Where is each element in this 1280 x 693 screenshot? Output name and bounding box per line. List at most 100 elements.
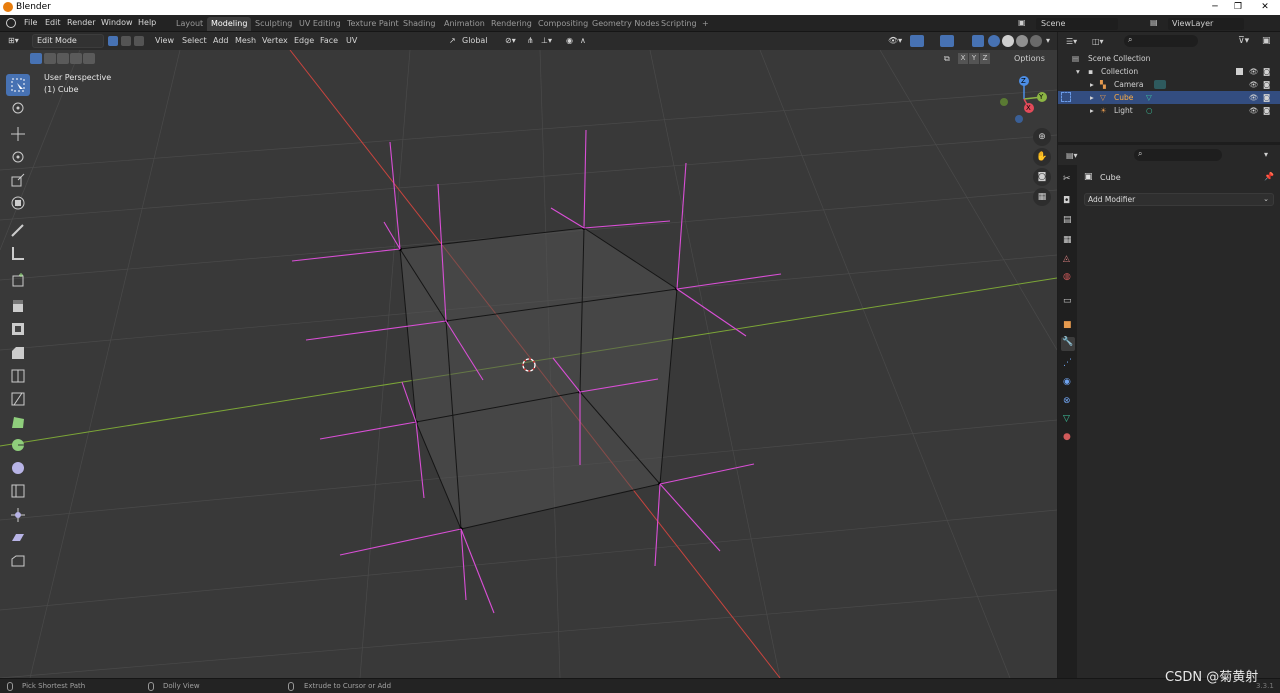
menu-window[interactable]: Window — [101, 18, 133, 27]
tab-geometry-nodes[interactable]: Geometry Nodes — [588, 17, 663, 31]
camera-view-icon[interactable]: ◙ — [1033, 168, 1051, 186]
shading-solid-icon[interactable] — [1002, 35, 1014, 47]
shading-wireframe-icon[interactable] — [988, 35, 1000, 47]
tool-cursor[interactable] — [6, 97, 30, 119]
render-camera-icon[interactable]: ◙ — [1263, 91, 1270, 104]
pan-hand-icon[interactable]: ✋ — [1033, 148, 1051, 166]
tool-rip-region[interactable] — [6, 550, 30, 572]
select-box-mode-icon[interactable] — [30, 53, 42, 64]
render-camera-icon[interactable]: ◙ — [1263, 65, 1270, 78]
filter-icon[interactable]: ⊽▾ — [1238, 36, 1249, 46]
proportional-edit-icon[interactable]: ◉ — [566, 35, 573, 47]
shading-rendered-icon[interactable] — [1030, 35, 1042, 47]
ortho-toggle-icon[interactable]: ▦ — [1033, 188, 1051, 206]
tool-annotate[interactable] — [6, 219, 30, 241]
overlay-toggle-icon[interactable] — [940, 35, 954, 47]
mirror-icon[interactable]: ⧉ — [944, 54, 950, 64]
tool-poly-build[interactable] — [6, 411, 30, 433]
pivot-icon[interactable]: ⊘▾ — [505, 35, 516, 47]
expand-chevron-icon[interactable]: ▸ — [1090, 78, 1094, 91]
tool-select-box[interactable] — [6, 74, 30, 96]
select-invert-icon[interactable] — [70, 53, 82, 64]
editor-type-icon[interactable]: ⊞▾ — [8, 35, 19, 47]
tool-inset[interactable] — [6, 318, 30, 340]
menu-face[interactable]: Face — [320, 35, 338, 47]
select-mode-vertex-icon[interactable] — [108, 36, 118, 46]
camera-data-icon[interactable] — [1154, 80, 1166, 89]
menu-add[interactable]: Add — [213, 35, 229, 47]
transform-orientation-dropdown[interactable]: Global — [462, 35, 488, 47]
outliner-search-input[interactable]: ⌕ — [1124, 35, 1198, 47]
tool-extrude[interactable] — [6, 295, 30, 317]
tool-bevel[interactable] — [6, 342, 30, 364]
gizmo-toggle-icon[interactable] — [910, 35, 924, 47]
outliner-editor-type-icon[interactable]: ☰▾ — [1066, 37, 1077, 46]
viewlayer-icon[interactable]: ▤ — [1150, 18, 1158, 27]
close-button[interactable]: ✕ — [1255, 1, 1275, 14]
expand-chevron-icon[interactable]: ▸ — [1090, 91, 1094, 104]
tab-tool-icon[interactable]: ✂ — [1063, 174, 1071, 184]
menu-file[interactable]: File — [24, 18, 37, 27]
outliner-collection[interactable]: ▾ ▪ Collection 👁 ◙ — [1058, 65, 1280, 78]
menu-help[interactable]: Help — [138, 18, 156, 27]
visibility-eye-icon[interactable]: 👁 — [1249, 78, 1259, 91]
menu-uv[interactable]: UV — [346, 35, 357, 47]
mesh-data-icon[interactable]: ▽ — [1146, 91, 1152, 104]
shading-material-icon[interactable] — [1016, 35, 1028, 47]
outliner-scene-collection[interactable]: ▤ Scene Collection — [1058, 52, 1280, 65]
tool-measure[interactable] — [6, 242, 30, 264]
tab-view-layer-icon[interactable]: ▦ — [1063, 235, 1072, 245]
tab-uv-editing[interactable]: UV Editing — [295, 17, 345, 31]
tab-constraints-icon[interactable]: ⊗ — [1063, 396, 1071, 406]
blender-menu-icon[interactable] — [6, 18, 16, 28]
scene-icon[interactable]: ▣ — [1018, 18, 1030, 29]
options-dropdown[interactable]: Options — [1014, 54, 1045, 63]
menu-select[interactable]: Select — [182, 35, 207, 47]
add-modifier-dropdown[interactable]: Add Modifier ⌄ — [1084, 193, 1274, 206]
new-collection-icon[interactable]: ▣ — [1262, 36, 1271, 46]
tab-scene-icon[interactable]: ◬ — [1063, 254, 1070, 264]
scene-name[interactable]: Scene — [1036, 18, 1118, 30]
tab-output-icon[interactable]: ▤ — [1063, 215, 1072, 225]
outliner-display-mode-icon[interactable]: ◫▾ — [1092, 37, 1104, 46]
expand-chevron-icon[interactable]: ▸ — [1090, 104, 1094, 117]
shading-options-icon[interactable]: ▾ — [1046, 35, 1050, 47]
pin-icon[interactable]: 📌 — [1264, 172, 1274, 181]
select-extend-icon[interactable] — [44, 53, 56, 64]
tab-material-icon[interactable]: ● — [1063, 432, 1071, 442]
mirror-y-toggle[interactable]: Y — [969, 53, 979, 64]
tool-transform[interactable] — [6, 192, 30, 214]
mirror-x-toggle[interactable]: X — [958, 53, 968, 64]
snap-target-icon[interactable]: ⊥▾ — [541, 35, 552, 47]
tool-add-cube[interactable] — [6, 269, 30, 291]
select-intersect-icon[interactable] — [83, 53, 95, 64]
tab-render-icon[interactable]: ◘ — [1063, 196, 1070, 206]
tool-scale[interactable] — [6, 169, 30, 191]
light-data-icon[interactable]: ○ — [1146, 104, 1153, 117]
menu-vertex[interactable]: Vertex — [262, 35, 288, 47]
minimize-button[interactable]: ─ — [1205, 1, 1225, 14]
tab-shading[interactable]: Shading — [399, 17, 440, 31]
properties-editor-type-icon[interactable]: ▤▾ — [1066, 151, 1078, 160]
menu-edit[interactable]: Edit — [45, 18, 61, 27]
select-mode-edge-icon[interactable] — [121, 36, 131, 46]
tab-texture-paint[interactable]: Texture Paint — [343, 17, 403, 31]
falloff-icon[interactable]: ∧ — [580, 35, 586, 47]
tab-sculpting[interactable]: Sculpting — [251, 17, 296, 31]
render-camera-icon[interactable]: ◙ — [1263, 78, 1270, 91]
tool-shrink-fatten[interactable] — [6, 504, 30, 526]
add-workspace-button[interactable]: + — [698, 17, 713, 31]
visibility-eye-icon[interactable]: 👁 — [1249, 65, 1259, 78]
visibility-eye-icon[interactable]: 👁 — [1249, 104, 1259, 117]
expand-chevron-icon[interactable]: ▾ — [1076, 65, 1080, 78]
menu-mesh[interactable]: Mesh — [235, 35, 256, 47]
maximize-button[interactable]: ❐ — [1228, 1, 1248, 14]
tab-rendering[interactable]: Rendering — [487, 17, 536, 31]
properties-search-input[interactable]: ⌕ — [1134, 149, 1222, 161]
tool-spin[interactable] — [6, 434, 30, 456]
tool-edge-slide[interactable] — [6, 480, 30, 502]
tab-modeling[interactable]: Modeling — [207, 17, 252, 31]
properties-options-icon[interactable]: ▾ — [1264, 150, 1268, 159]
tool-smooth[interactable] — [6, 457, 30, 479]
tab-collection-icon[interactable]: ▭ — [1063, 296, 1072, 306]
